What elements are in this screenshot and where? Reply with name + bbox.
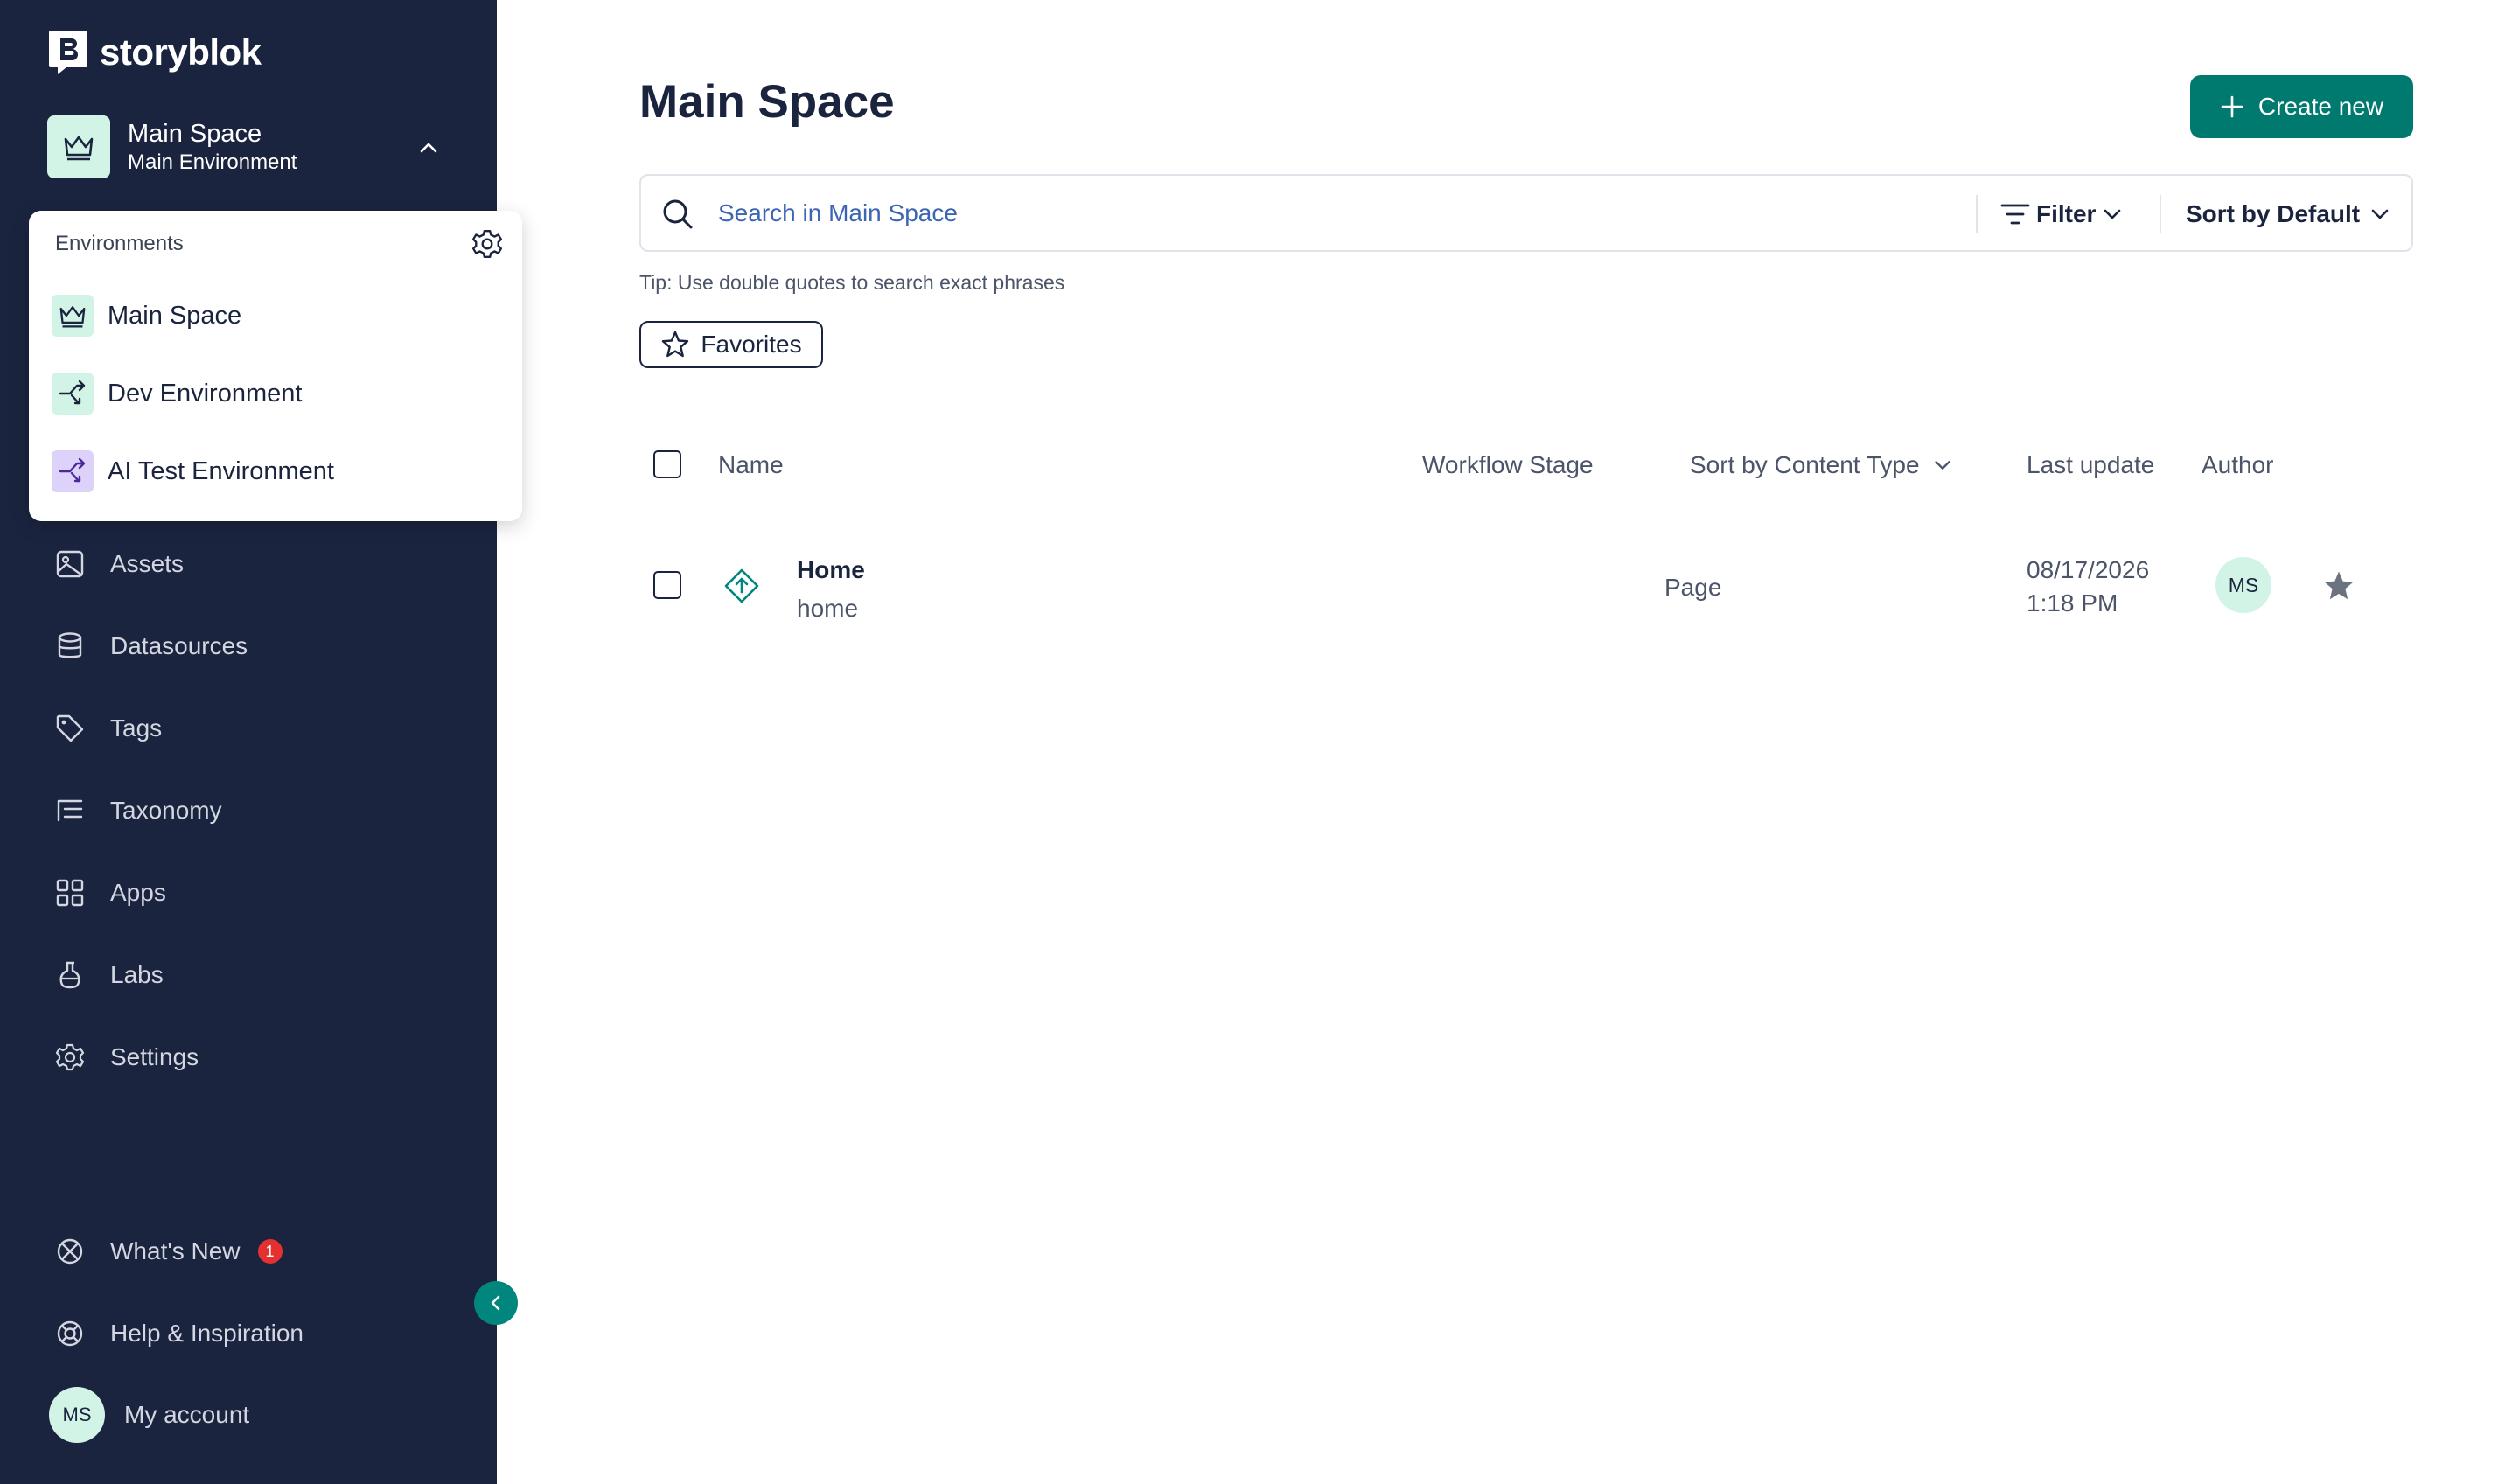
taxonomy-icon [54, 795, 86, 826]
search-tip: Tip: Use double quotes to search exact p… [639, 271, 1065, 294]
space-switcher[interactable]: Main Space Main Environment [47, 115, 441, 178]
divider [1976, 195, 1978, 233]
nav-item-taxonomy[interactable]: Taxonomy [54, 786, 222, 835]
column-header-last-update: Last update [2027, 451, 2155, 478]
nav-label-datasources: Datasources [110, 632, 248, 659]
brand-name: storyblok [100, 31, 262, 73]
account-avatar: MS [49, 1387, 105, 1443]
page-title: Main Space [639, 76, 895, 128]
divider [2160, 195, 2161, 233]
filter-button[interactable]: Filter [1999, 195, 2124, 233]
storyblok-logo[interactable]: storyblok [47, 29, 262, 76]
tag-icon [54, 713, 86, 744]
favorites-label: Favorites [701, 331, 802, 358]
select-all-checkbox[interactable] [653, 450, 681, 478]
filter-icon [2000, 204, 2030, 225]
nav-item-settings[interactable]: Settings [54, 1033, 199, 1082]
search-input[interactable] [718, 192, 1811, 235]
story-update-time: 1:18 PM [2027, 589, 2118, 617]
environment-label: Dev Environment [108, 379, 303, 408]
column-header-content-type[interactable]: Sort by Content Type [1690, 451, 1953, 479]
nav-item-whats-new[interactable]: What's New 1 [54, 1227, 283, 1276]
environment-item-dev[interactable]: Dev Environment [52, 372, 302, 415]
lifebuoy-icon [54, 1318, 86, 1349]
column-header-name[interactable]: Name [718, 451, 784, 479]
author-avatar: MS [2215, 557, 2271, 613]
search-bar: Filter Sort by Default [639, 174, 2413, 252]
star-icon[interactable] [2321, 568, 2356, 603]
row-checkbox[interactable] [653, 571, 681, 599]
space-name: Main Space [128, 120, 262, 148]
chevron-down-icon [1934, 461, 1950, 470]
environments-dropdown: Environments Main Space Dev Environment … [29, 211, 522, 521]
story-content-type: Page [1664, 574, 1722, 601]
storyblok-logo-icon [49, 31, 87, 74]
apps-icon [54, 877, 86, 909]
chevron-down-icon [2104, 209, 2121, 219]
database-icon [54, 631, 86, 662]
chevron-down-icon [2371, 209, 2389, 219]
column-header-workflow: Workflow Stage [1422, 451, 1594, 478]
sort-button[interactable]: Sort by Default [2186, 195, 2391, 233]
environments-title: Environments [55, 232, 184, 255]
nav-item-help[interactable]: Help & Inspiration [54, 1309, 304, 1358]
crown-icon [64, 136, 94, 161]
environment-label: AI Test Environment [108, 456, 334, 485]
nav-label-settings: Settings [110, 1043, 199, 1070]
filter-label: Filter [2036, 200, 2097, 227]
collapse-sidebar-button[interactable] [474, 1281, 518, 1325]
nav-label-taxonomy: Taxonomy [110, 797, 222, 824]
gear-icon[interactable] [471, 228, 503, 260]
chevron-up-icon[interactable] [416, 136, 441, 160]
gear-icon [54, 1042, 86, 1073]
table-row[interactable] [639, 533, 2413, 638]
sort-label: Sort by Default [2186, 200, 2361, 227]
environment-item-main-space[interactable]: Main Space [52, 294, 241, 338]
plus-icon [2221, 95, 2243, 118]
image-icon [54, 548, 86, 580]
nav-label-assets: Assets [110, 550, 185, 577]
nav-label-tags: Tags [110, 714, 163, 742]
nav-item-assets[interactable]: Assets [54, 540, 184, 589]
star-outline-icon [662, 331, 689, 358]
nav-label-help: Help & Inspiration [110, 1320, 304, 1347]
nav-label-whats-new: What's New [110, 1237, 241, 1265]
story-slug: home [797, 595, 859, 622]
nav-item-labs[interactable]: Labs [54, 951, 164, 1000]
create-new-button[interactable]: Create new [2190, 75, 2413, 138]
whats-new-icon [54, 1236, 86, 1267]
nav-item-apps[interactable]: Apps [54, 868, 166, 917]
chevron-left-icon [491, 1295, 500, 1311]
nav-item-my-account[interactable]: MS My account [49, 1387, 249, 1443]
notification-badge: 1 [257, 1239, 283, 1264]
story-update-date: 08/17/2026 [2027, 556, 2150, 583]
content-type-sort-label: Sort by Content Type [1690, 451, 1920, 478]
crown-icon [52, 295, 94, 337]
branch-icon [52, 450, 94, 492]
space-environment: Main Environment [128, 150, 297, 174]
branch-icon [52, 373, 94, 415]
environment-label: Main Space [108, 301, 242, 330]
space-avatar [47, 115, 110, 178]
column-header-author: Author [2202, 451, 2274, 478]
search-icon [663, 199, 693, 229]
flask-icon [54, 959, 86, 991]
environment-item-ai-test[interactable]: AI Test Environment [52, 449, 334, 493]
published-status-icon [724, 568, 759, 603]
create-new-label: Create new [2257, 93, 2384, 120]
nav-label-my-account: My account [124, 1401, 250, 1428]
story-name[interactable]: Home [797, 556, 865, 584]
nav-item-tags[interactable]: Tags [54, 704, 162, 753]
nav-label-apps: Apps [110, 879, 166, 906]
nav-item-datasources[interactable]: Datasources [54, 622, 248, 671]
favorites-filter-button[interactable]: Favorites [639, 321, 823, 368]
nav-label-labs: Labs [110, 961, 164, 988]
